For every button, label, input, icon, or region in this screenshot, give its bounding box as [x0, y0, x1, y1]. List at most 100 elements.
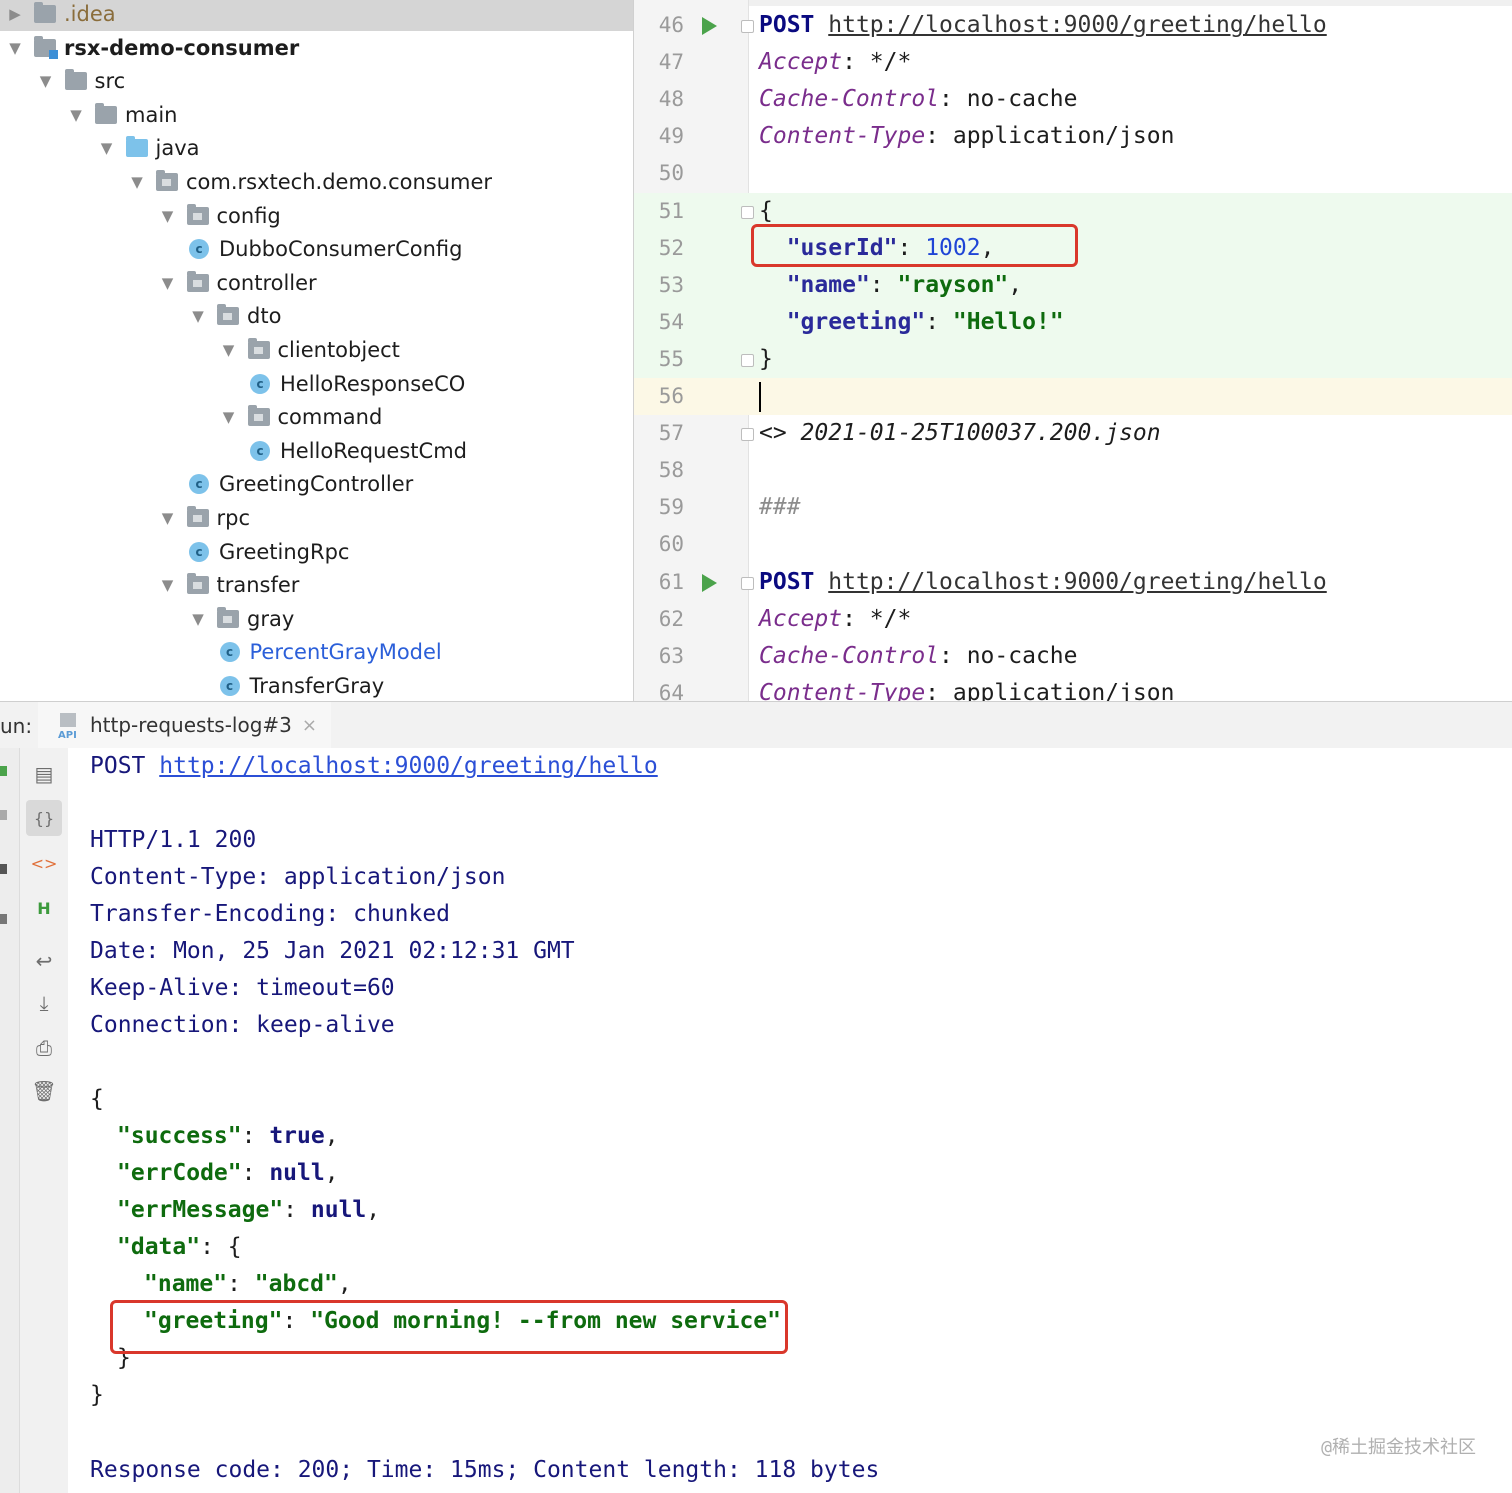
tree-item[interactable]: c HelloRequestCmd — [0, 434, 633, 468]
fold-icon[interactable] — [741, 428, 754, 442]
document-icon[interactable]: ▤ — [26, 756, 62, 792]
tree-item[interactable]: ▼ gray — [0, 602, 633, 636]
fold-icon[interactable] — [741, 20, 754, 33]
tree-item[interactable]: ▼ com.rsxtech.demo.consumer — [0, 165, 633, 199]
tree-item[interactable]: ▼ rpc — [0, 501, 633, 535]
tree-item-label: config — [216, 203, 281, 228]
code-text: Accept: */* — [759, 605, 912, 632]
tree-item[interactable]: ▼ command — [0, 400, 633, 434]
tree-item-label: com.rsxtech.demo.consumer — [186, 170, 493, 194]
editor-line[interactable]: 56 — [634, 378, 1512, 415]
code-text: } — [759, 345, 773, 372]
close-icon[interactable]: × — [302, 715, 317, 736]
editor-line[interactable]: 47 Accept: */* — [634, 44, 1512, 81]
run-request-icon[interactable] — [702, 17, 717, 35]
chevron-down-icon[interactable]: ▼ — [189, 610, 207, 628]
response-header: Connection: keep-alive — [90, 1012, 395, 1038]
editor-line[interactable]: 59 ### — [634, 489, 1512, 526]
line-number: 49 — [658, 124, 684, 149]
run-label: un: — [0, 714, 33, 738]
folder-icon — [125, 136, 148, 158]
tree-item[interactable]: ▶ .idea — [0, 0, 633, 31]
editor-line[interactable]: 50 — [634, 155, 1512, 192]
line-number: 51 — [658, 198, 684, 223]
editor-line[interactable]: 62 Accept: */* — [634, 601, 1512, 638]
editor-line[interactable]: 61 POST http://localhost:9000/greeting/he… — [634, 564, 1512, 601]
line-number: 47 — [658, 50, 684, 75]
request-url-link[interactable]: http://localhost:9000/greeting/hello — [828, 569, 1327, 595]
tree-item-label: gray — [247, 606, 295, 631]
trash-icon[interactable]: 🗑 — [26, 1073, 62, 1109]
tree-item[interactable]: ▼ controller — [0, 266, 633, 300]
editor-line[interactable]: 63 Cache-Control: no-cache — [634, 638, 1512, 675]
json-line-name: "name": "abcd", — [144, 1271, 352, 1297]
chevron-down-icon[interactable]: ▼ — [159, 274, 177, 292]
tree-item[interactable]: c GreetingRpc — [0, 535, 633, 569]
tree-item[interactable]: ▼ clientobject — [0, 333, 633, 367]
chevron-down-icon[interactable]: ▼ — [189, 307, 207, 325]
header-view-icon[interactable]: H — [26, 890, 62, 926]
chevron-down-icon[interactable]: ▼ — [6, 39, 24, 57]
editor-line[interactable]: 53 "name": "rayson", — [634, 266, 1512, 304]
rerun-icon[interactable] — [0, 766, 7, 776]
tree-item[interactable]: ▼ dto — [0, 299, 633, 333]
chevron-down-icon[interactable]: ▼ — [159, 509, 177, 527]
folder-icon — [186, 573, 209, 595]
tree-item-label: src — [94, 69, 126, 94]
watermark: @稀土掘金技术社区 — [1321, 1437, 1476, 1458]
print-icon[interactable]: ⎙ — [26, 1030, 62, 1066]
chevron-right-icon[interactable]: ▶ — [6, 5, 24, 23]
fold-icon[interactable] — [741, 576, 754, 590]
tree-item[interactable]: c DubboConsumerConfig — [0, 232, 633, 266]
tree-item[interactable]: c GreetingController — [0, 467, 633, 501]
chevron-down-icon[interactable]: ▼ — [159, 207, 177, 225]
editor-line[interactable]: 60 — [634, 526, 1512, 563]
tree-item[interactable]: c PercentGrayModel — [0, 635, 633, 669]
tree-item[interactable]: ▼ src — [0, 64, 633, 98]
chevron-down-icon[interactable]: ▼ — [98, 139, 116, 157]
scroll-to-end-icon[interactable]: ⤓ — [26, 985, 62, 1021]
json-line-errcode: "errCode": null, — [117, 1160, 339, 1186]
soft-wrap-icon[interactable]: ↩ — [26, 943, 62, 979]
editor-line[interactable]: 49 Content-Type: application/json — [634, 118, 1512, 155]
chevron-down-icon[interactable]: ▼ — [220, 341, 238, 359]
http-request-editor[interactable]: 46 POST http://localhost:9000/greeting/he… — [633, 0, 1512, 701]
line-number: 61 — [658, 569, 684, 594]
request-url-link[interactable]: http://localhost:9000/greeting/hello — [159, 753, 658, 779]
layout-icon[interactable] — [0, 864, 7, 874]
chevron-down-icon[interactable]: ▼ — [37, 72, 55, 90]
html-view-icon[interactable]: <> — [26, 845, 62, 881]
class-icon: c — [219, 676, 240, 696]
request-url-link[interactable]: http://localhost:9000/greeting/hello — [828, 12, 1327, 38]
stop-icon[interactable] — [0, 810, 7, 820]
json-format-icon[interactable]: {} — [26, 800, 62, 836]
editor-line[interactable]: 46 POST http://localhost:9000/greeting/he… — [634, 7, 1512, 44]
editor-line[interactable]: 55} — [634, 340, 1512, 378]
tree-item[interactable]: c HelloResponseCO — [0, 367, 633, 401]
fold-icon[interactable] — [741, 353, 754, 367]
chevron-down-icon[interactable]: ▼ — [67, 106, 85, 124]
tree-item[interactable]: c TransferGray — [0, 669, 633, 701]
run-request-icon[interactable] — [702, 573, 717, 592]
response-console[interactable]: POST http://localhost:9000/greeting/hell… — [68, 748, 1512, 1493]
json-open-brace: { — [90, 1086, 104, 1112]
chevron-down-icon[interactable]: ▼ — [128, 173, 146, 191]
editor-line[interactable]: 54 "greeting": "Hello!" — [634, 303, 1512, 341]
tree-item[interactable]: ▼ config — [0, 199, 633, 233]
line-number: 55 — [658, 346, 684, 371]
fold-icon[interactable] — [741, 205, 754, 219]
tree-item[interactable]: ▼ transfer — [0, 568, 633, 602]
class-icon: c — [189, 541, 209, 562]
tree-item[interactable]: ▼ rsx-demo-consumer — [0, 31, 633, 65]
tree-item[interactable]: ▼ main — [0, 98, 633, 132]
chevron-down-icon[interactable]: ▼ — [220, 408, 238, 426]
editor-line[interactable]: 64 Content-Type: application/json — [634, 675, 1512, 701]
tree-item-label: HelloRequestCmd — [280, 438, 467, 463]
editor-line[interactable]: 48 Cache-Control: no-cache — [634, 81, 1512, 118]
tree-item[interactable]: ▼ java — [0, 131, 633, 165]
chevron-down-icon[interactable]: ▼ — [159, 576, 177, 594]
editor-line[interactable]: 58 — [634, 452, 1512, 489]
tab-http-requests-log[interactable]: API http-requests-log#3 × — [38, 702, 331, 751]
play-icon[interactable] — [0, 914, 7, 924]
editor-line[interactable]: 57 <> 2021-01-25T100037.200.json — [634, 415, 1512, 452]
